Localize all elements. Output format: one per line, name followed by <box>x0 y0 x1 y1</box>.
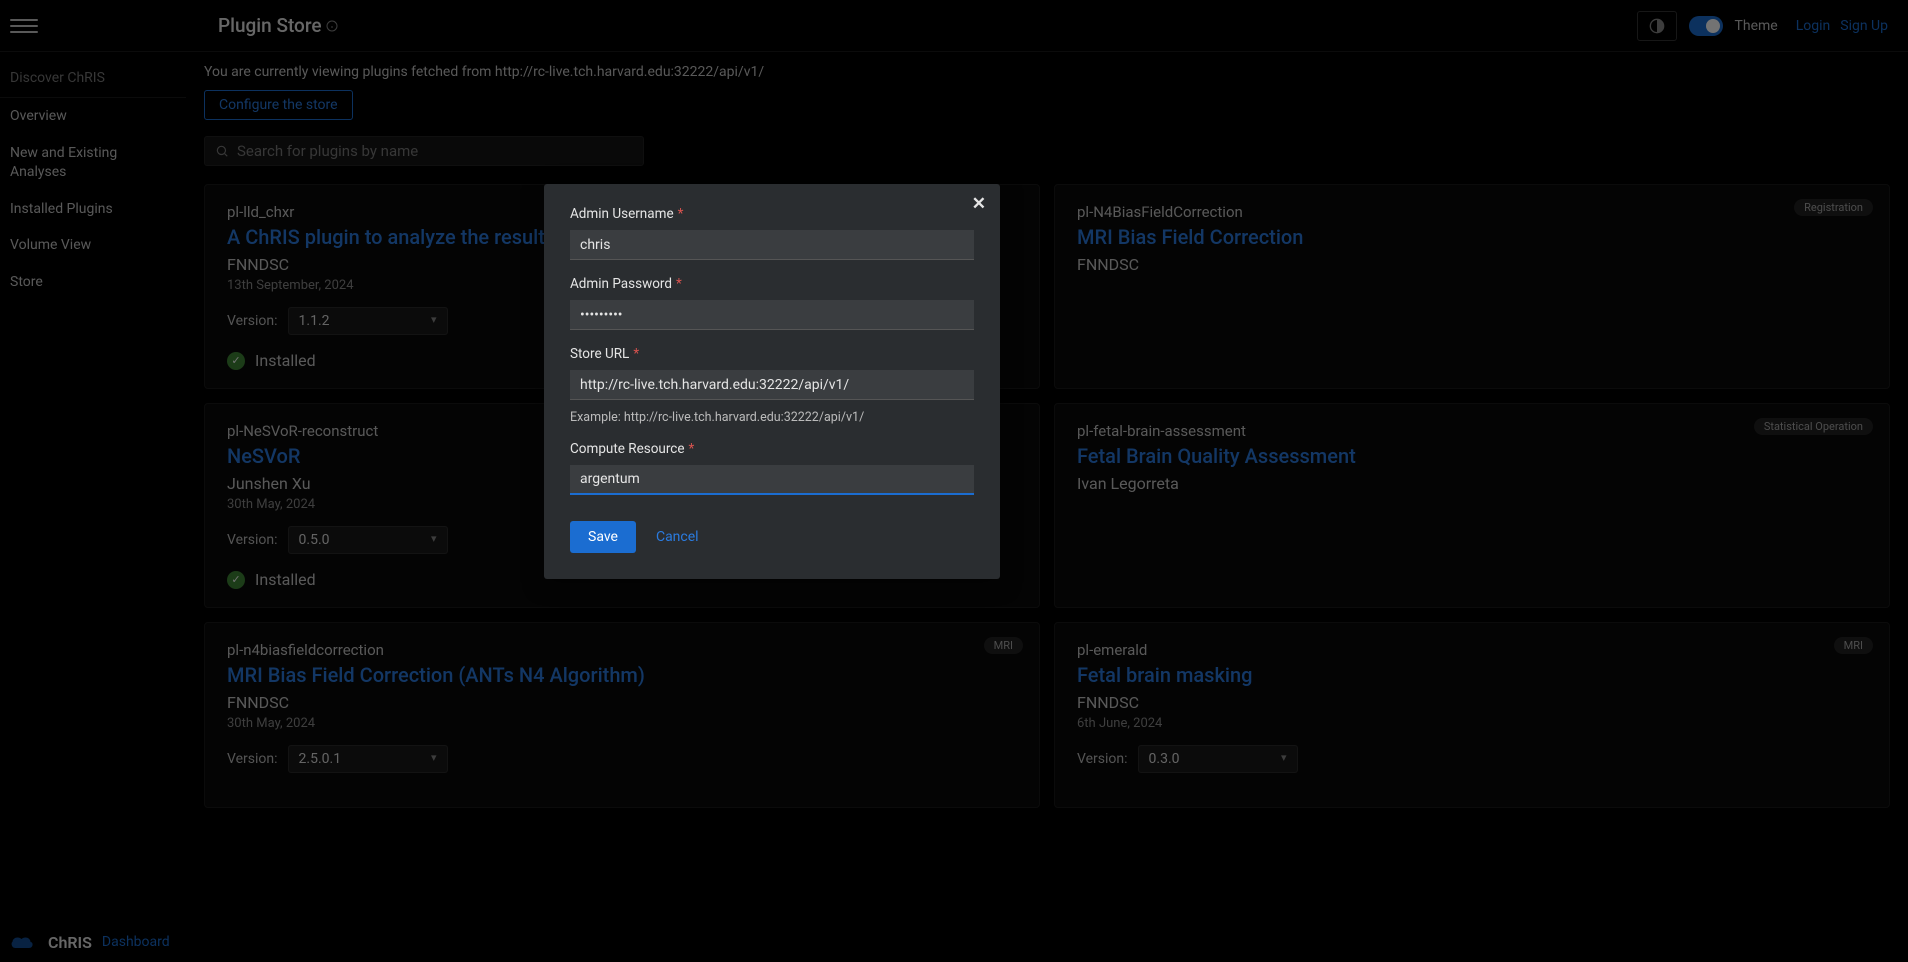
admin-password-label: Admin Password* <box>570 276 974 292</box>
modal-close-icon[interactable]: ✕ <box>972 194 986 214</box>
cancel-button[interactable]: Cancel <box>656 529 699 545</box>
admin-password-input[interactable] <box>570 300 974 330</box>
store-url-input[interactable] <box>570 370 974 400</box>
store-url-hint: Example: http://rc-live.tch.harvard.edu:… <box>570 410 974 425</box>
compute-resource-input[interactable] <box>570 465 974 495</box>
admin-username-label: Admin Username* <box>570 206 974 222</box>
admin-username-input[interactable] <box>570 230 974 260</box>
compute-resource-label: Compute Resource* <box>570 441 974 457</box>
store-url-label: Store URL* <box>570 346 974 362</box>
configure-store-modal: ✕ Admin Username* Admin Password* Store … <box>544 184 1000 579</box>
save-button[interactable]: Save <box>570 521 636 553</box>
